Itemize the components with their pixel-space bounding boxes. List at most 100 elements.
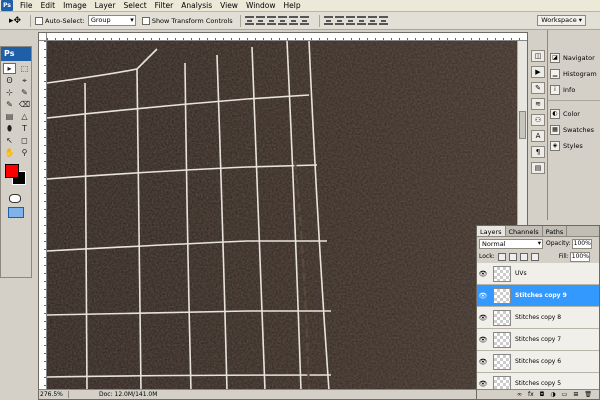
brushes-icon[interactable]: ≋ bbox=[531, 98, 545, 110]
align-hcenter-icon[interactable] bbox=[288, 16, 298, 25]
panel-navigator[interactable]: ◪ Navigator bbox=[548, 50, 600, 66]
eye-icon[interactable]: 👁 bbox=[477, 270, 489, 278]
ruler-origin[interactable] bbox=[39, 33, 47, 41]
screen-mode-icon[interactable] bbox=[8, 207, 24, 218]
lock-pixels-icon[interactable] bbox=[508, 252, 517, 261]
eraser-tool-icon[interactable]: ⌫ bbox=[18, 99, 31, 110]
eyedropper-icon[interactable]: ✎ bbox=[18, 87, 31, 98]
quick-mask-icon[interactable] bbox=[9, 194, 21, 203]
layer-thumbnail bbox=[493, 265, 511, 282]
eye-icon[interactable]: 👁 bbox=[477, 380, 489, 388]
eye-icon[interactable]: 👁 bbox=[477, 292, 489, 300]
distribute-buttons bbox=[323, 16, 388, 25]
vertical-ruler[interactable] bbox=[39, 41, 47, 389]
foreground-color-swatch[interactable] bbox=[5, 164, 19, 178]
distribute-vcenter-icon[interactable] bbox=[334, 16, 344, 25]
tab-layers[interactable]: Layers bbox=[477, 226, 506, 236]
distribute-hcenter-icon[interactable] bbox=[367, 16, 377, 25]
distribute-bottom-icon[interactable] bbox=[345, 16, 355, 25]
marquee-tool-icon[interactable]: ⬚ bbox=[18, 63, 31, 74]
layer-row[interactable]: 👁 Stitches copy 7 bbox=[477, 329, 599, 351]
align-right-icon[interactable] bbox=[299, 16, 309, 25]
zoom-level[interactable]: 276.5% bbox=[39, 391, 69, 398]
eye-icon[interactable]: 👁 bbox=[477, 336, 489, 344]
fx-icon[interactable]: fx bbox=[528, 390, 534, 399]
adjustment-icon[interactable]: ◑ bbox=[550, 390, 555, 399]
opacity-field[interactable]: 100% bbox=[571, 238, 592, 249]
menu-analysis[interactable]: Analysis bbox=[177, 0, 216, 12]
panel-swatches[interactable]: ▦ Swatches bbox=[548, 122, 600, 138]
align-top-icon[interactable] bbox=[244, 16, 254, 25]
hand-tool-icon[interactable]: ✋ bbox=[3, 147, 16, 158]
layer-thumbnail bbox=[493, 353, 511, 370]
menu-filter[interactable]: Filter bbox=[151, 0, 178, 12]
crop-tool-icon[interactable]: ⊹ bbox=[3, 87, 16, 98]
brush-tool-icon[interactable]: ✎ bbox=[3, 99, 16, 110]
menu-layer[interactable]: Layer bbox=[91, 0, 120, 12]
auto-select-dropdown[interactable]: Group bbox=[87, 15, 136, 26]
align-bottom-icon[interactable] bbox=[266, 16, 276, 25]
panel-info[interactable]: i Info bbox=[548, 82, 600, 98]
tab-paths[interactable]: Paths bbox=[543, 226, 568, 236]
panel-histogram[interactable]: ▁ Histogram bbox=[548, 66, 600, 82]
magic-wand-icon[interactable]: ⌖ bbox=[18, 75, 31, 86]
scrollbar-thumb[interactable] bbox=[519, 111, 526, 139]
menu-image[interactable]: Image bbox=[59, 0, 91, 12]
panel-styles[interactable]: ◈ Styles bbox=[548, 138, 600, 154]
panel-color[interactable]: ◐ Color bbox=[548, 106, 600, 122]
show-transform-checkbox[interactable] bbox=[141, 16, 150, 25]
layer-row[interactable]: 👁 Stitches copy 8 bbox=[477, 307, 599, 329]
actions-icon[interactable]: ▶ bbox=[531, 66, 545, 78]
workspace-button[interactable]: Workspace ▾ bbox=[537, 15, 586, 26]
align-left-icon[interactable] bbox=[277, 16, 287, 25]
menu-help[interactable]: Help bbox=[280, 0, 305, 12]
layer-comps-icon[interactable]: ▤ bbox=[531, 162, 545, 174]
menu-window[interactable]: Window bbox=[242, 0, 280, 12]
distribute-top-icon[interactable] bbox=[323, 16, 333, 25]
move-tool-icon[interactable]: ▸✥ bbox=[4, 14, 26, 28]
blur-tool-icon[interactable]: △ bbox=[18, 111, 31, 122]
blend-mode-dropdown[interactable]: Normal bbox=[479, 238, 543, 249]
document-size: Doc: 12.0M/141.0M bbox=[99, 391, 158, 398]
mask-icon[interactable]: ◘ bbox=[540, 390, 545, 399]
layer-row[interactable]: 👁 UVs bbox=[477, 263, 599, 285]
history-icon[interactable]: ◫ bbox=[531, 50, 545, 62]
link-icon[interactable]: ∞ bbox=[517, 390, 522, 399]
menu-select[interactable]: Select bbox=[120, 0, 151, 12]
lasso-tool-icon[interactable]: ʘ bbox=[3, 75, 16, 86]
zoom-tool-icon[interactable]: ⚲ bbox=[18, 147, 31, 158]
layer-row[interactable]: 👁 Stitches copy 9 bbox=[477, 285, 599, 307]
eye-icon[interactable]: 👁 bbox=[477, 358, 489, 366]
move-tool-icon[interactable]: ▸ bbox=[3, 63, 16, 74]
layer-row[interactable]: 👁 Stitches copy 6 bbox=[477, 351, 599, 373]
lock-all-icon[interactable] bbox=[530, 252, 539, 261]
tab-channels[interactable]: Channels bbox=[506, 226, 543, 236]
auto-select-checkbox[interactable] bbox=[35, 16, 43, 25]
fill-field[interactable]: 100% bbox=[569, 251, 590, 262]
gradient-tool-icon[interactable]: ▤ bbox=[3, 111, 16, 122]
menu-file[interactable]: File bbox=[16, 0, 37, 12]
lock-row: Lock: Fill: 100% bbox=[477, 250, 599, 263]
menu-edit[interactable]: Edit bbox=[37, 0, 60, 12]
distribute-left-icon[interactable] bbox=[356, 16, 366, 25]
trash-icon[interactable]: 🗑 bbox=[584, 390, 592, 399]
align-vcenter-icon[interactable] bbox=[255, 16, 265, 25]
folder-icon[interactable]: ▭ bbox=[562, 390, 568, 399]
character-icon[interactable]: A bbox=[531, 130, 545, 142]
type-tool-icon[interactable]: T bbox=[18, 123, 31, 134]
path-select-icon[interactable]: ↖ bbox=[3, 135, 16, 146]
distribute-right-icon[interactable] bbox=[378, 16, 388, 25]
eye-icon[interactable]: 👁 bbox=[477, 314, 489, 322]
clone-source-icon[interactable]: ⚇ bbox=[531, 114, 545, 126]
lock-position-icon[interactable] bbox=[519, 252, 528, 261]
lock-transparency-icon[interactable] bbox=[497, 252, 506, 261]
new-layer-icon[interactable]: ⊞ bbox=[573, 390, 578, 399]
toolbox: Ps ▸ ⬚ ʘ ⌖ ⊹ ✎ ✎ ⌫ ▤ △ ⬮ T ↖ ◻ ✋ ⚲ bbox=[0, 46, 32, 278]
paragraph-icon[interactable]: ¶ bbox=[531, 146, 545, 158]
tool-presets-icon[interactable]: ✎ bbox=[531, 82, 545, 94]
menu-view[interactable]: View bbox=[216, 0, 242, 12]
canvas[interactable] bbox=[47, 41, 519, 391]
shape-tool-icon[interactable]: ◻ bbox=[18, 135, 31, 146]
horizontal-ruler[interactable] bbox=[47, 33, 527, 41]
dodge-tool-icon[interactable]: ⬮ bbox=[3, 123, 16, 134]
